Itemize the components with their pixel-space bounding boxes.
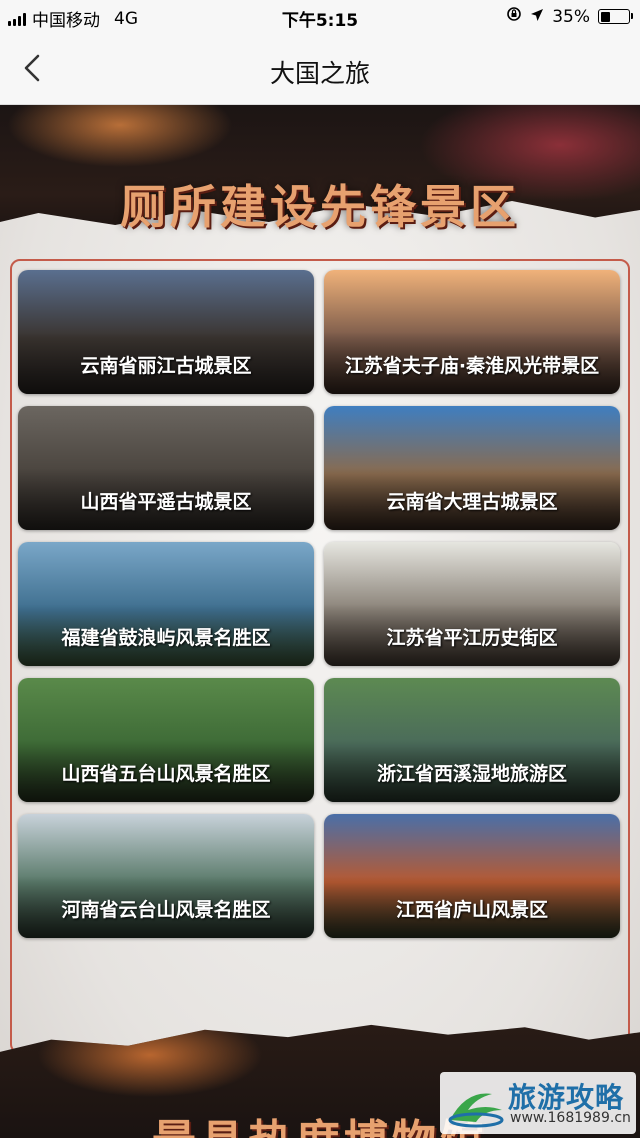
attraction-name: 浙江省西溪湿地旅游区 [376,763,567,785]
battery-icon [598,9,633,24]
attraction-name: 江西省庐山风景区 [395,899,548,921]
attraction-name: 山西省平遥古城景区 [80,491,252,513]
attraction-card[interactable]: 云南省丽江古城景区 [18,270,314,394]
section-banner: 厕所建设先锋景区 [0,105,640,275]
attraction-name: 江苏省夫子庙·秦淮风光带景区 [344,355,600,377]
battery-percent: 35% [552,6,590,27]
attraction-card[interactable]: 河南省云台山风景名胜区 [18,814,314,938]
location-arrow-icon [530,7,544,27]
attraction-name: 河南省云台山风景名胜区 [61,899,271,921]
attraction-card[interactable]: 云南省大理古城景区 [324,406,620,530]
attraction-name: 云南省丽江古城景区 [80,355,252,377]
attraction-name: 山西省五台山风景名胜区 [61,763,271,785]
rotation-lock-icon [506,6,522,27]
attraction-name: 云南省大理古城景区 [386,491,558,513]
attraction-card[interactable]: 福建省鼓浪屿风景名胜区 [18,542,314,666]
page-title: 大国之旅 [269,59,370,88]
status-bar: 中国移动 4G 下午5:15 35% [0,0,640,34]
watermark-url: www.1681989.cn [510,1110,631,1126]
section-title: 厕所建设先锋景区 [120,180,520,234]
attraction-name: 福建省鼓浪屿风景名胜区 [61,627,271,649]
content-area[interactable]: 厕所建设先锋景区 云南省丽江古城景区 江苏省夫子庙·秦淮风光带景区山西省平遥古城景… [0,105,640,1138]
travel-logo-icon [448,1093,504,1128]
attraction-card[interactable]: 江苏省平江历史街区 [324,542,620,666]
site-watermark: 旅游攻略 www.1681989.cn [440,1072,636,1134]
attraction-card[interactable]: 江苏省夫子庙·秦淮风光带景区 [324,270,620,394]
attraction-card[interactable]: 浙江省西溪湿地旅游区 [324,678,620,802]
attraction-card[interactable]: 山西省平遥古城景区 [18,406,314,530]
navigation-bar: 大国之旅 [0,34,640,105]
attraction-card[interactable]: 江西省庐山风景区 [324,814,620,938]
attraction-name: 江苏省平江历史街区 [386,627,558,649]
attraction-card[interactable]: 山西省五台山风景名胜区 [18,678,314,802]
